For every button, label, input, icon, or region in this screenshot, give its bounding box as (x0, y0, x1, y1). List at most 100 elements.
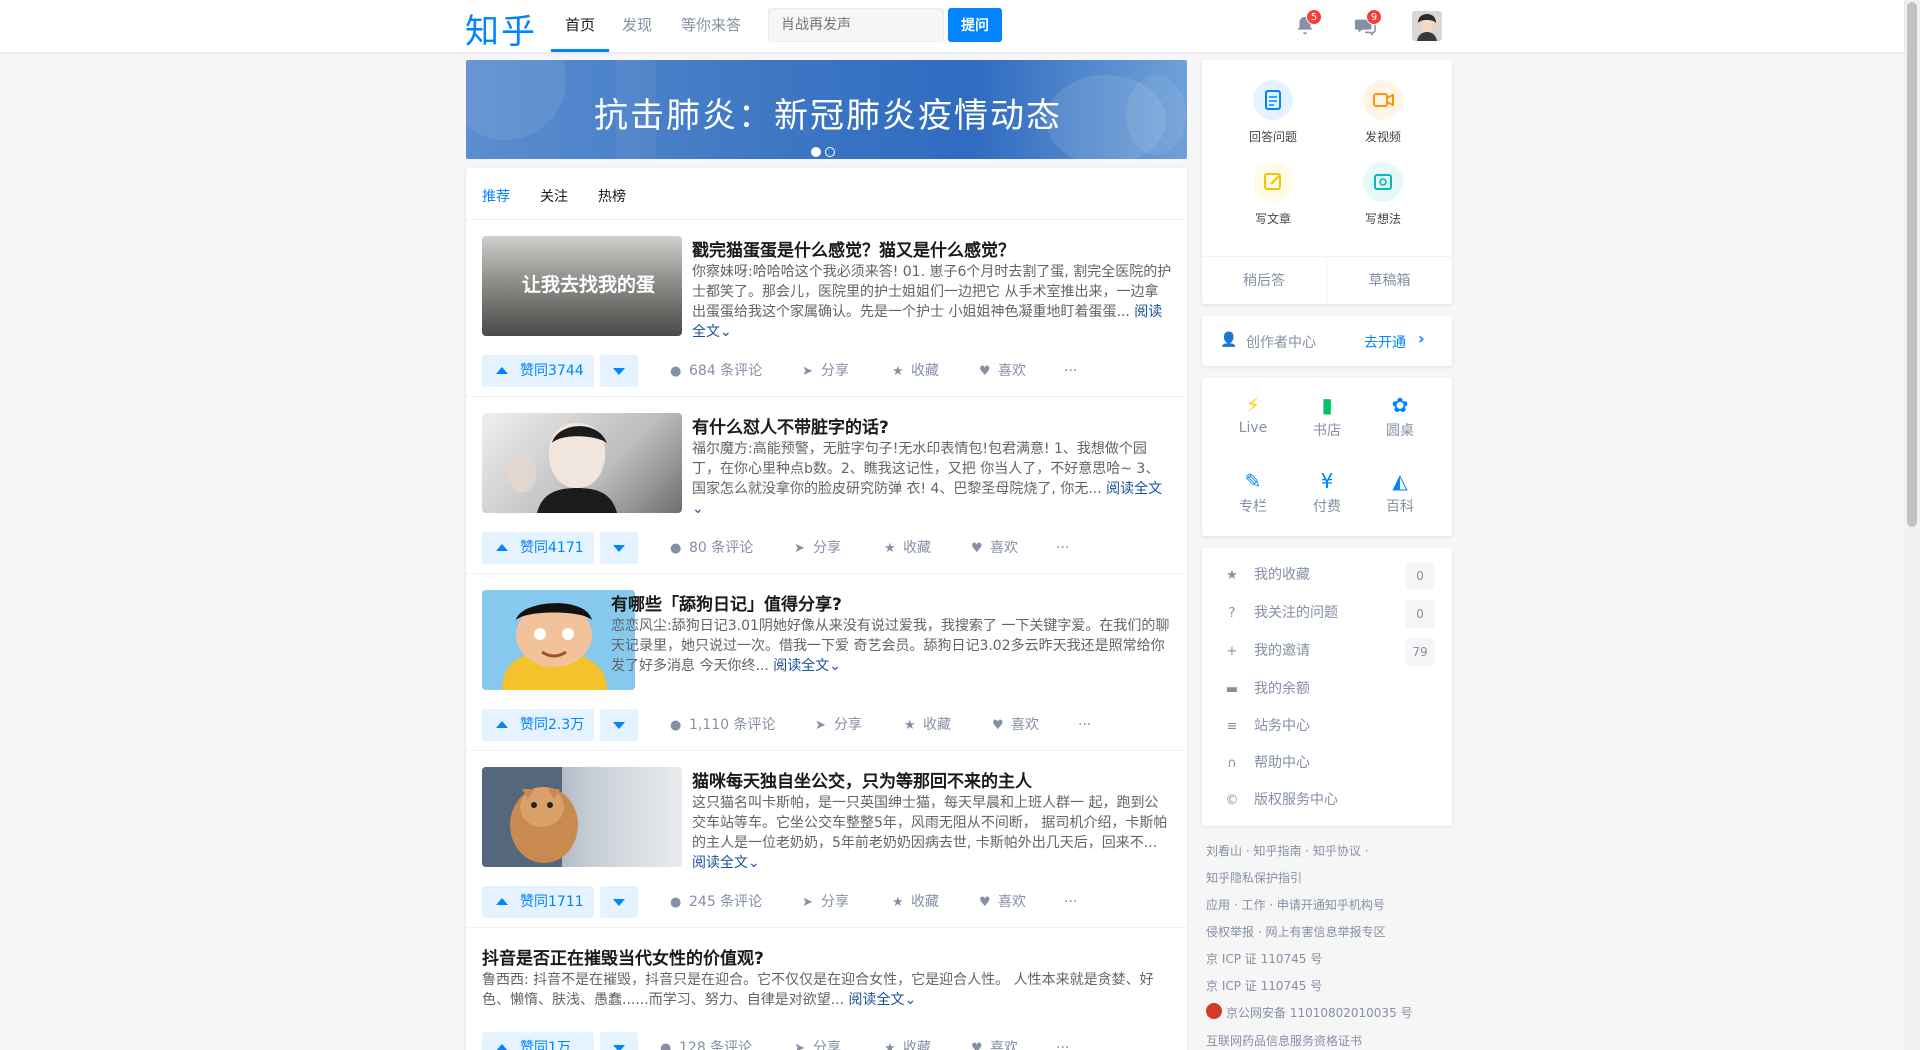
comments-button[interactable]: ● 80 条评论 (670, 532, 753, 564)
share-button[interactable]: ➤ 分享 (794, 1032, 841, 1050)
read-more-link[interactable]: 阅读全文 (773, 658, 829, 674)
ask-question-button[interactable]: 提问 (948, 8, 1002, 42)
downvote-button[interactable] (600, 886, 638, 918)
footer-icp-2[interactable]: 京 ICP 证 110745 号 (1206, 977, 1322, 994)
messages-button[interactable]: 9 (1354, 9, 1382, 39)
banner-dot-2[interactable] (825, 147, 835, 157)
item-title[interactable]: 抖音是否正在摧毁当代女性的价值观? (482, 944, 764, 969)
site-affairs-link[interactable]: ≡ 站务中心 (1224, 708, 1434, 745)
feed-tab-recommend[interactable]: 推荐 (482, 186, 510, 206)
item-excerpt[interactable]: 鲁西西: 抖音不是在摧毁，抖音只是在迎合。它不仅仅是在迎合女性，它是迎合人性。 … (482, 970, 1172, 1010)
footer-police-record[interactable]: 京公网安备 11010802010035 号 (1206, 1003, 1413, 1021)
page-scrollbar[interactable] (1904, 0, 1920, 1050)
share-button[interactable]: ➤ 分享 (802, 886, 849, 918)
my-collections-link[interactable]: ★ 我的收藏 0 (1224, 557, 1434, 594)
item-excerpt[interactable]: 恋恋风尘:舔狗日记3.01阴她好像从来没有说过爱我，我搜索了 一下关键字爱。在我… (611, 616, 1171, 676)
banner-dot-1[interactable] (811, 147, 821, 157)
like-button[interactable]: ♥ 喜欢 (971, 532, 1018, 564)
footer-links-3[interactable]: 应用 · 工作 · 申请开通知乎机构号 (1206, 896, 1385, 913)
upvote-button[interactable]: 赞同3744 (482, 355, 594, 387)
answer-later-button[interactable]: 稍后答 (1202, 257, 1327, 305)
footer-icp-1[interactable]: 京 ICP 证 110745 号 (1206, 950, 1322, 967)
nav-tab-discover[interactable]: 发现 (622, 0, 652, 52)
my-balance-link[interactable]: ▬ 我的余额 (1224, 671, 1434, 708)
comments-button[interactable]: ● 245 条评论 (670, 886, 762, 918)
collect-button[interactable]: ★ 收藏 (884, 1032, 931, 1050)
share-button[interactable]: ➤ 分享 (815, 709, 862, 741)
footer-links-4[interactable]: 侵权举报 · 网上有害信息举报专区 (1206, 923, 1385, 940)
help-center-link[interactable]: ∩ 帮助中心 (1224, 745, 1434, 782)
item-title[interactable]: 有哪些「舔狗日记」值得分享? (611, 590, 842, 615)
item-excerpt[interactable]: 这只猫名叫卡斯帕，是一只英国绅士猫，每天早晨和上班人群一 起，跑到公交车站等车。… (692, 793, 1172, 873)
creator-center-card[interactable]: 👤 创作者中心 去开通 › (1202, 316, 1452, 366)
upvote-button[interactable]: 赞同1711 (482, 886, 594, 918)
comments-button[interactable]: ● 1,110 条评论 (670, 709, 776, 741)
my-invitations-link[interactable]: + 我的邀请 79 (1224, 633, 1434, 670)
like-button[interactable]: ♥ 喜欢 (979, 886, 1026, 918)
more-options-button[interactable]: ··· (1064, 886, 1077, 918)
write-idea-button[interactable]: 写想法 (1348, 162, 1418, 227)
collect-button[interactable]: ★ 收藏 (892, 355, 939, 387)
item-excerpt[interactable]: 你察妹呀:哈哈哈这个我必须来答! 01. 崽子6个月时去割了蛋, 割完全医院的护… (692, 262, 1172, 342)
like-button[interactable]: ♥ 喜欢 (979, 355, 1026, 387)
followed-questions-link[interactable]: ? 我关注的问题 0 (1224, 595, 1434, 632)
more-options-button[interactable]: ··· (1056, 1032, 1069, 1050)
copyright-center-link[interactable]: © 版权服务中心 (1224, 782, 1434, 819)
upvote-button[interactable]: 赞同2.3万 (482, 709, 594, 741)
collect-button[interactable]: ★ 收藏 (892, 886, 939, 918)
comments-button[interactable]: ● 128 条评论 (660, 1032, 752, 1050)
downvote-button[interactable] (600, 532, 638, 564)
item-title[interactable]: 有什么怼人不带脏字的话? (692, 413, 889, 438)
roundtable-button[interactable]: ✿ 圆桌 (1370, 390, 1430, 440)
paid-button[interactable]: ¥ 付费 (1297, 466, 1357, 516)
share-button[interactable]: ➤ 分享 (794, 532, 841, 564)
like-button[interactable]: ♥ 喜欢 (992, 709, 1039, 741)
more-options-button[interactable]: ··· (1056, 532, 1069, 564)
column-button[interactable]: ✎ 专栏 (1223, 466, 1283, 516)
column-label: 专栏 (1239, 499, 1267, 515)
scrollbar-thumb[interactable] (1907, 2, 1917, 527)
item-thumbnail[interactable] (482, 413, 682, 513)
activate-link[interactable]: 去开通 (1364, 332, 1406, 352)
collect-button[interactable]: ★ 收藏 (904, 709, 951, 741)
read-more-link[interactable]: 阅读全文 (1106, 481, 1162, 497)
live-button[interactable]: ⚡ Live (1223, 390, 1283, 436)
user-avatar[interactable] (1412, 11, 1442, 41)
comments-button[interactable]: ● 684 条评论 (670, 355, 762, 387)
like-button[interactable]: ♥ 喜欢 (971, 1032, 1018, 1050)
downvote-button[interactable] (600, 355, 638, 387)
share-button[interactable]: ➤ 分享 (802, 355, 849, 387)
read-more-link[interactable]: 阅读全文 (692, 855, 748, 871)
item-title[interactable]: 戳完猫蛋蛋是什么感觉？猫又是什么感觉？ (692, 236, 1015, 261)
search-input[interactable] (768, 8, 944, 42)
answer-question-button[interactable]: 回答问题 (1238, 80, 1308, 145)
item-thumbnail[interactable]: 让我去找我的蛋 (482, 236, 682, 336)
more-options-button[interactable]: ··· (1078, 709, 1091, 741)
read-more-link[interactable]: 阅读全文 (849, 992, 905, 1008)
item-thumbnail[interactable] (482, 767, 682, 867)
footer-drug-license[interactable]: 互联网药品信息服务资格证书 (1206, 1032, 1362, 1049)
footer-links-2[interactable]: 知乎隐私保护指引 (1206, 869, 1302, 886)
write-article-button[interactable]: 写文章 (1238, 162, 1308, 227)
upvote-button[interactable]: 赞同4171 (482, 532, 594, 564)
feed-tab-follow[interactable]: 关注 (540, 186, 568, 206)
drafts-button[interactable]: 草稿箱 (1327, 257, 1452, 305)
bookstore-button[interactable]: ▮ 书店 (1297, 390, 1357, 440)
epidemic-banner[interactable]: 抗击肺炎：新冠肺炎疫情动态 (466, 60, 1187, 159)
feed-tab-hot[interactable]: 热榜 (598, 186, 626, 206)
collect-button[interactable]: ★ 收藏 (884, 532, 931, 564)
upvote-button[interactable]: 赞同1万 (482, 1032, 594, 1050)
notifications-button[interactable]: 5 (1294, 9, 1322, 39)
footer-links-1[interactable]: 刘看山 · 知乎指南 · 知乎协议 · (1206, 842, 1369, 859)
roundtable-label: 圆桌 (1386, 423, 1414, 439)
item-title[interactable]: 猫咪每天独自坐公交，只为等那回不来的主人 (692, 767, 1032, 792)
item-excerpt[interactable]: 福尔魔方:高能预警，无脏字句子!无水印表情包!包君满意! 1、我想做个园丁，在你… (692, 439, 1172, 519)
downvote-button[interactable] (600, 1032, 638, 1050)
post-video-button[interactable]: 发视频 (1348, 80, 1418, 145)
nav-tab-home[interactable]: 首页 (551, 0, 609, 52)
nav-tab-waiting-answers[interactable]: 等你来答 (681, 0, 741, 52)
zhihu-logo[interactable]: 知乎 (465, 4, 537, 53)
downvote-button[interactable] (600, 709, 638, 741)
more-options-button[interactable]: ··· (1064, 355, 1077, 387)
wiki-button[interactable]: ◭ 百科 (1370, 466, 1430, 516)
